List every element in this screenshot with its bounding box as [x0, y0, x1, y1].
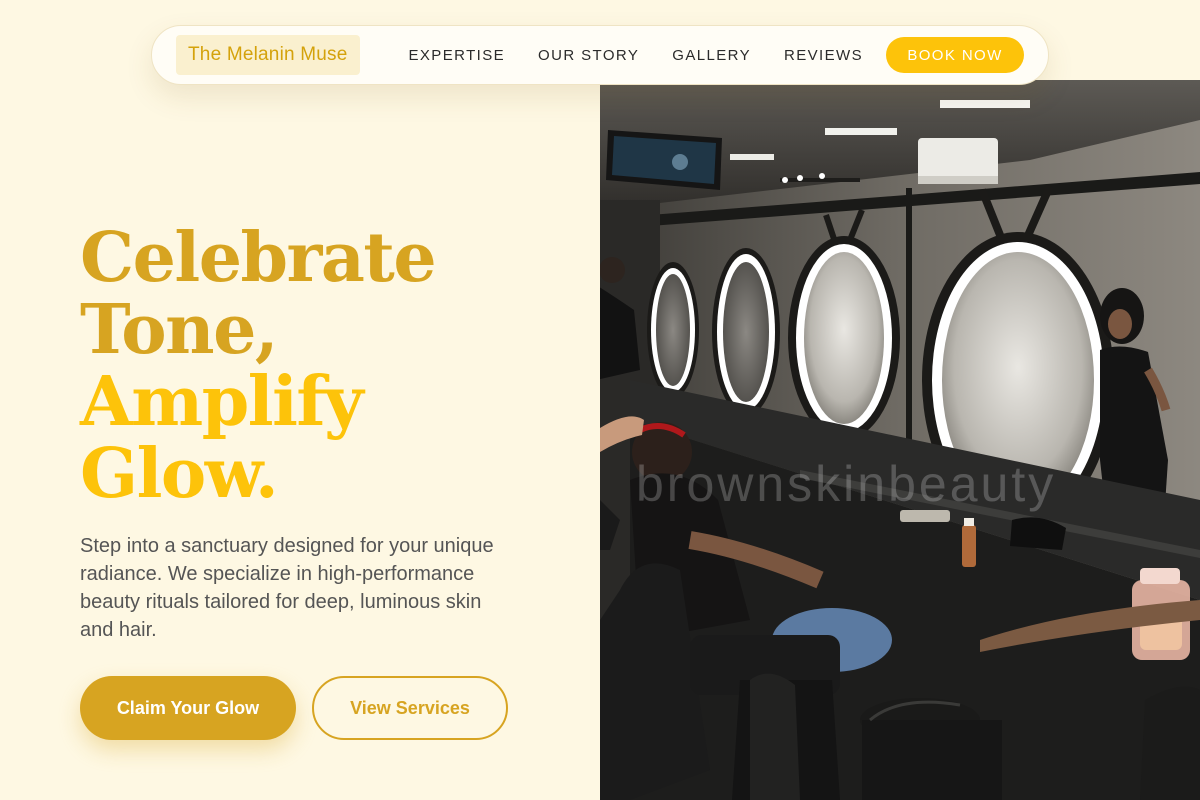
headline-line-1: Celebrate — [80, 218, 437, 298]
hero-description: Step into a sanctuary designed for your … — [80, 535, 494, 641]
landing-page: The Melanin Muse EXPERTISE OUR STORY GAL… — [0, 0, 1200, 800]
nav-link-reviews[interactable]: REVIEWS — [784, 47, 863, 64]
top-navbar: The Melanin Muse EXPERTISE OUR STORY GAL… — [151, 25, 1049, 85]
headline-line-3: Amplify — [80, 362, 364, 442]
book-now-button[interactable]: BOOK NOW — [886, 37, 1024, 73]
hero-headline: Celebrate Tone, Amplify Glow. — [80, 218, 437, 514]
headline-line-4: Glow. — [80, 434, 279, 514]
brand-logo[interactable]: The Melanin Muse — [176, 35, 360, 75]
view-services-button[interactable]: View Services — [312, 676, 508, 740]
nav-link-our-story[interactable]: OUR STORY — [538, 47, 639, 64]
nav-link-expertise[interactable]: EXPERTISE — [409, 47, 506, 64]
nav-link-gallery[interactable]: GALLERY — [672, 47, 751, 64]
claim-your-glow-button[interactable]: Claim Your Glow — [80, 676, 296, 740]
nav-links: EXPERTISE OUR STORY GALLERY REVIEWS — [409, 47, 863, 64]
salon-interior-photo — [600, 80, 1200, 800]
headline-line-2: Tone, — [80, 290, 279, 370]
